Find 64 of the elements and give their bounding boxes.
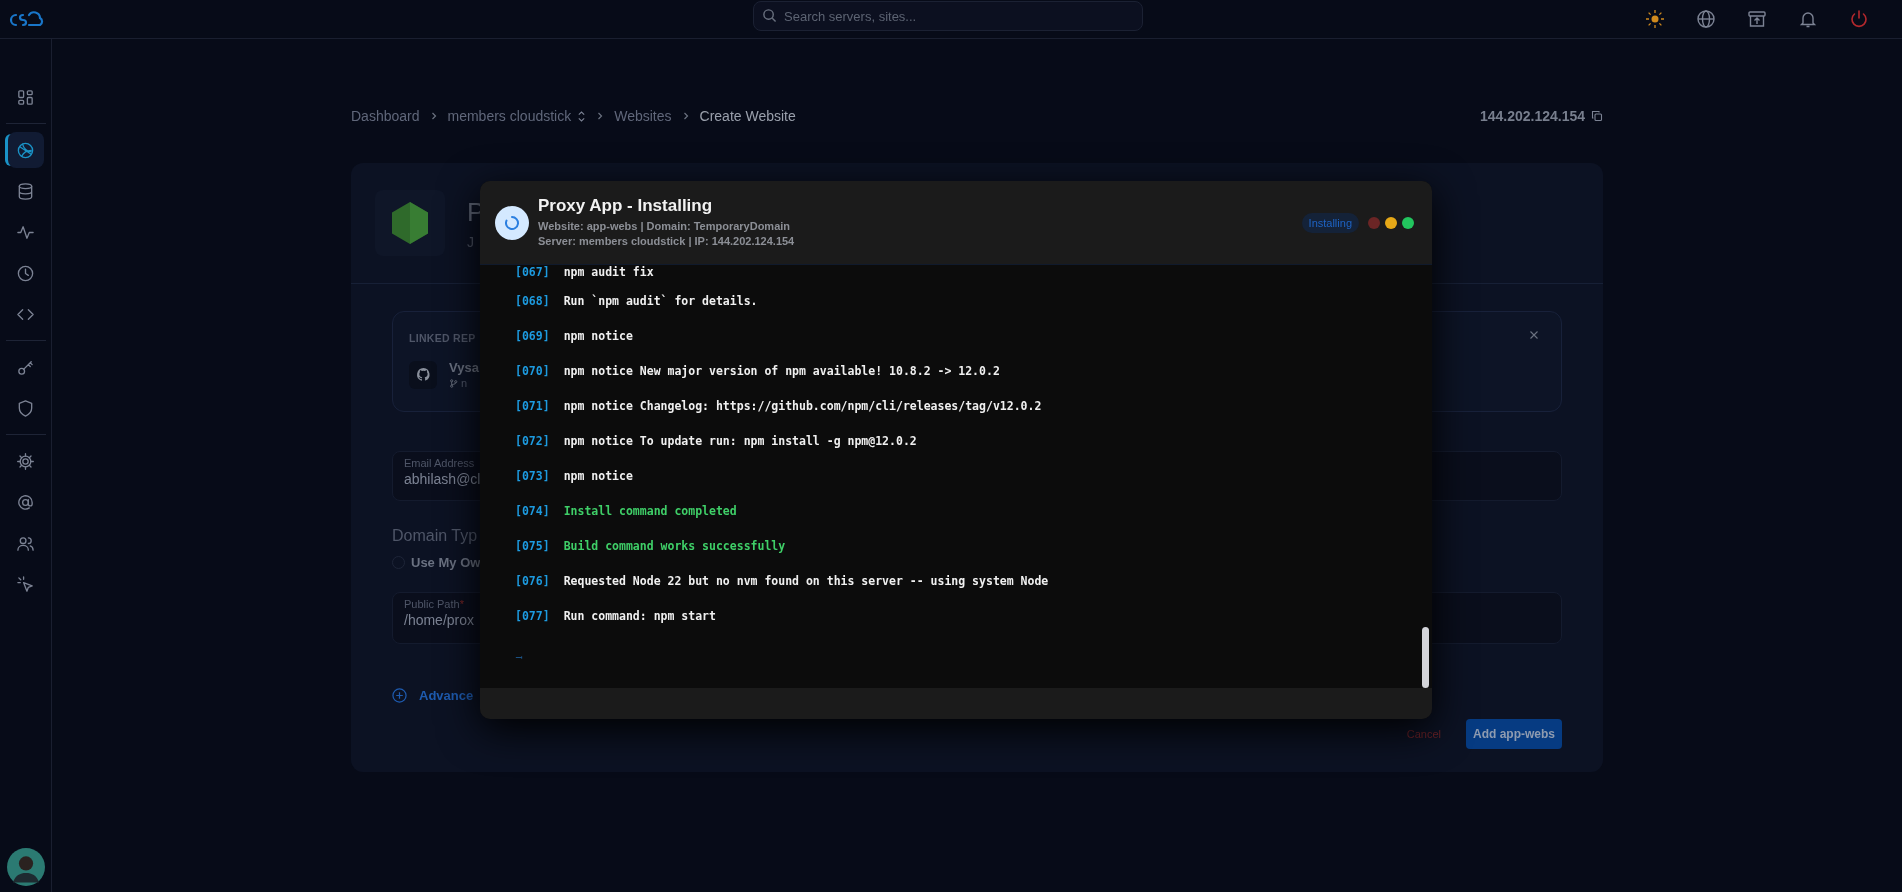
clock-icon bbox=[16, 263, 35, 283]
search-icon bbox=[762, 8, 777, 23]
sidebar-item[interactable] bbox=[7, 132, 44, 168]
breadcrumb-link[interactable]: Dashboard bbox=[351, 108, 420, 124]
switcher-icon[interactable] bbox=[577, 109, 587, 123]
log-line: npm notice bbox=[563, 468, 633, 483]
github-icon bbox=[409, 360, 437, 389]
dialog-title: Proxy App - Installing bbox=[538, 196, 714, 216]
log-line: npm notice To update run: npm install -g npm@12.0.2 bbox=[563, 433, 917, 448]
log-line: Run command: npm start bbox=[563, 608, 716, 623]
log-line-number: [075] bbox=[515, 538, 550, 553]
globe-icon bbox=[16, 140, 35, 160]
submit-button[interactable]: Add app-webs bbox=[1466, 719, 1562, 749]
server-ip: 144.202.124.154 bbox=[1479, 108, 1585, 124]
sun-icon[interactable] bbox=[1645, 9, 1665, 29]
dialog-info: Server: members cloudstick | IP: 144.202.124.154 bbox=[538, 234, 795, 249]
section-heading: LINKED REP bbox=[409, 332, 476, 344]
bell-icon[interactable] bbox=[1798, 9, 1818, 29]
plus-circle-icon[interactable] bbox=[392, 688, 407, 703]
log-line: npm notice Changelog: https://github.com/npm/cli/releases/tag/v12.0.2 bbox=[563, 398, 1042, 413]
power-icon[interactable] bbox=[1849, 9, 1869, 29]
log-line: Build command works successfully bbox=[563, 538, 786, 553]
advanced-link[interactable]: Advance bbox=[419, 688, 474, 703]
globe-icon[interactable] bbox=[1696, 9, 1716, 29]
grid-icon bbox=[16, 87, 35, 107]
archive-icon[interactable] bbox=[1747, 9, 1767, 29]
log-line: npm audit fix bbox=[563, 265, 654, 279]
log-line: Run `npm audit` for details. bbox=[563, 293, 758, 308]
log-line-number: [067] bbox=[515, 265, 550, 279]
log-line-number: [077] bbox=[515, 608, 550, 623]
log-line-number: [076] bbox=[515, 573, 550, 588]
log-line-number: [074] bbox=[515, 503, 550, 518]
log-line-number: [073] bbox=[515, 468, 550, 483]
at-sign-icon bbox=[16, 492, 35, 512]
window-dot[interactable] bbox=[1402, 216, 1414, 229]
scrollbar[interactable] bbox=[1422, 627, 1429, 688]
dialog-info: Website: app-webs | Domain: TemporaryDomain bbox=[538, 219, 792, 234]
repo-name: Vysa bbox=[449, 360, 479, 375]
log-line-number: [069] bbox=[515, 328, 550, 343]
log-line-number: [068] bbox=[515, 293, 550, 308]
database-icon bbox=[16, 181, 35, 201]
node-logo-icon bbox=[375, 190, 445, 256]
spinner-icon bbox=[495, 205, 529, 240]
shield-icon bbox=[16, 398, 35, 418]
domain-radio[interactable]: Use My Ow bbox=[392, 555, 1562, 570]
log-line: Install command completed bbox=[563, 503, 737, 518]
window-dot[interactable] bbox=[1385, 216, 1397, 229]
log-line: Requested Node 22 but no nvm found on this server -- using system Node bbox=[563, 573, 1049, 588]
avatar[interactable] bbox=[6, 848, 45, 886]
log-line-number: [071] bbox=[515, 398, 550, 413]
close-icon[interactable] bbox=[1529, 330, 1539, 340]
breadcrumb-link[interactable]: members cloudstick bbox=[447, 108, 572, 124]
window-dot[interactable] bbox=[1368, 216, 1380, 229]
status-badge: Installing bbox=[1301, 212, 1359, 233]
copy-icon[interactable] bbox=[1591, 110, 1603, 122]
prompt-icon bbox=[515, 655, 525, 660]
log-line-number: [070] bbox=[515, 363, 550, 378]
log-line: npm notice bbox=[563, 328, 633, 343]
cursor-icon bbox=[16, 574, 35, 594]
log-line: npm notice New major version of npm available! 10.8.2 -> 12.0.2 bbox=[563, 363, 1000, 378]
breadcrumb-link[interactable]: Websites bbox=[614, 108, 672, 124]
gear-icon bbox=[16, 451, 35, 471]
search-field[interactable]: Search servers, sites... bbox=[753, 1, 1143, 31]
log-line-number: [072] bbox=[515, 433, 550, 448]
